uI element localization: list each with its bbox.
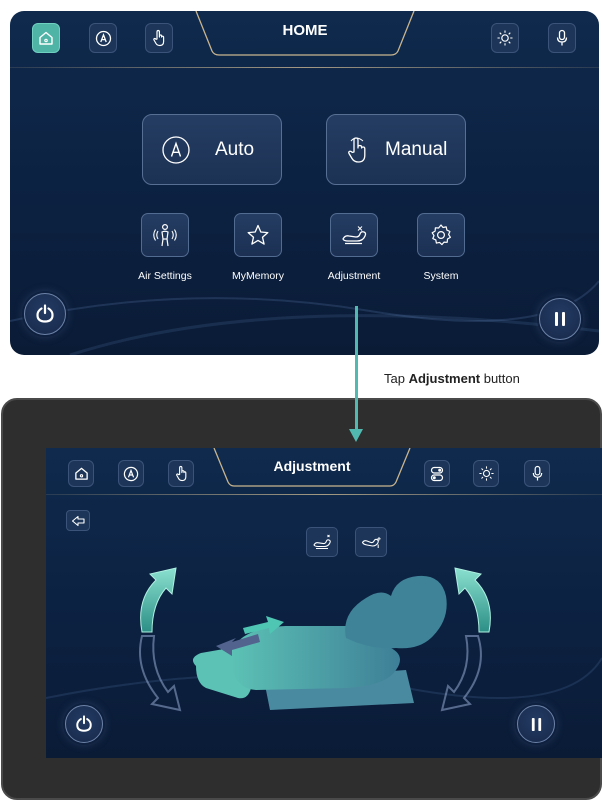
hand-pointer-icon (348, 136, 366, 163)
home-tab-button[interactable] (32, 23, 60, 53)
pause-icon (555, 312, 565, 326)
auto-a-icon (123, 466, 139, 481)
light-icon (478, 466, 494, 481)
auto-label: Auto (215, 138, 255, 160)
auto-a-icon (162, 135, 190, 164)
adjustment-icon (342, 226, 367, 245)
adjustment-button[interactable] (330, 213, 378, 257)
page-title: Adjustment (273, 458, 351, 474)
power-icon (76, 715, 92, 732)
tap-instruction-target: Adjustment (408, 371, 481, 386)
back-button[interactable] (66, 510, 90, 531)
air-settings-label: Air Settings (138, 270, 192, 282)
adjustment-screen: Adjustment (46, 448, 602, 758)
adjust-top-bar: Adjustment (46, 448, 602, 495)
tap-instruction: Tap Adjustment button (384, 371, 520, 386)
home-screen: HOME Auto Manual Air Settings MyMemory A… (10, 11, 599, 355)
back-arrow-icon (71, 515, 85, 526)
star-icon (247, 224, 269, 245)
chair-backrest (345, 575, 447, 649)
tap-instruction-suffix: button (483, 371, 520, 386)
toggle-icon (430, 466, 444, 481)
microphone-icon (556, 29, 568, 46)
pause-button[interactable] (539, 298, 581, 340)
light-button[interactable] (473, 460, 499, 487)
home-icon (74, 467, 88, 480)
power-button[interactable] (65, 705, 103, 743)
home-icon (39, 31, 53, 45)
light-button[interactable] (491, 23, 519, 53)
manual-button[interactable]: Manual (326, 114, 466, 185)
mymemory-button[interactable] (234, 213, 282, 257)
arrow-down-left (139, 635, 182, 712)
background-wave (10, 280, 599, 355)
manual-tab-button[interactable] (145, 23, 173, 53)
tap-instruction-prefix: Tap (384, 371, 405, 386)
adjustment-label: Adjustment (327, 270, 381, 282)
auto-a-icon (95, 30, 111, 46)
system-button[interactable] (417, 213, 465, 257)
pause-icon (531, 717, 541, 731)
gear-icon (431, 224, 451, 246)
arrow-down-right (440, 635, 482, 712)
manual-label: Manual (385, 138, 448, 160)
auto-tab-button[interactable] (118, 460, 144, 487)
air-settings-button[interactable] (141, 213, 189, 257)
auto-button[interactable]: Auto (142, 114, 282, 185)
system-label: System (423, 270, 459, 282)
arrow-up-left (140, 567, 177, 633)
microphone-icon (532, 465, 542, 481)
hand-pointer-icon (153, 29, 165, 47)
hand-pointer-icon (175, 465, 186, 482)
voice-button[interactable] (548, 23, 576, 53)
toggle-button[interactable] (424, 460, 450, 487)
connector-line (355, 306, 358, 431)
manual-tab-button[interactable] (168, 460, 194, 487)
page-title: HOME (282, 22, 328, 39)
voice-button[interactable] (524, 460, 550, 487)
arrow-up-right (454, 567, 491, 633)
home-tab-button[interactable] (68, 460, 94, 487)
mymemory-label: MyMemory (232, 270, 284, 282)
air-settings-icon (153, 223, 177, 247)
light-icon (497, 30, 513, 46)
pause-button[interactable] (517, 705, 555, 743)
home-top-bar: HOME (10, 11, 599, 68)
power-icon (36, 304, 54, 323)
auto-tab-button[interactable] (89, 23, 117, 53)
power-button[interactable] (24, 293, 66, 335)
connector-arrowhead (349, 429, 363, 442)
